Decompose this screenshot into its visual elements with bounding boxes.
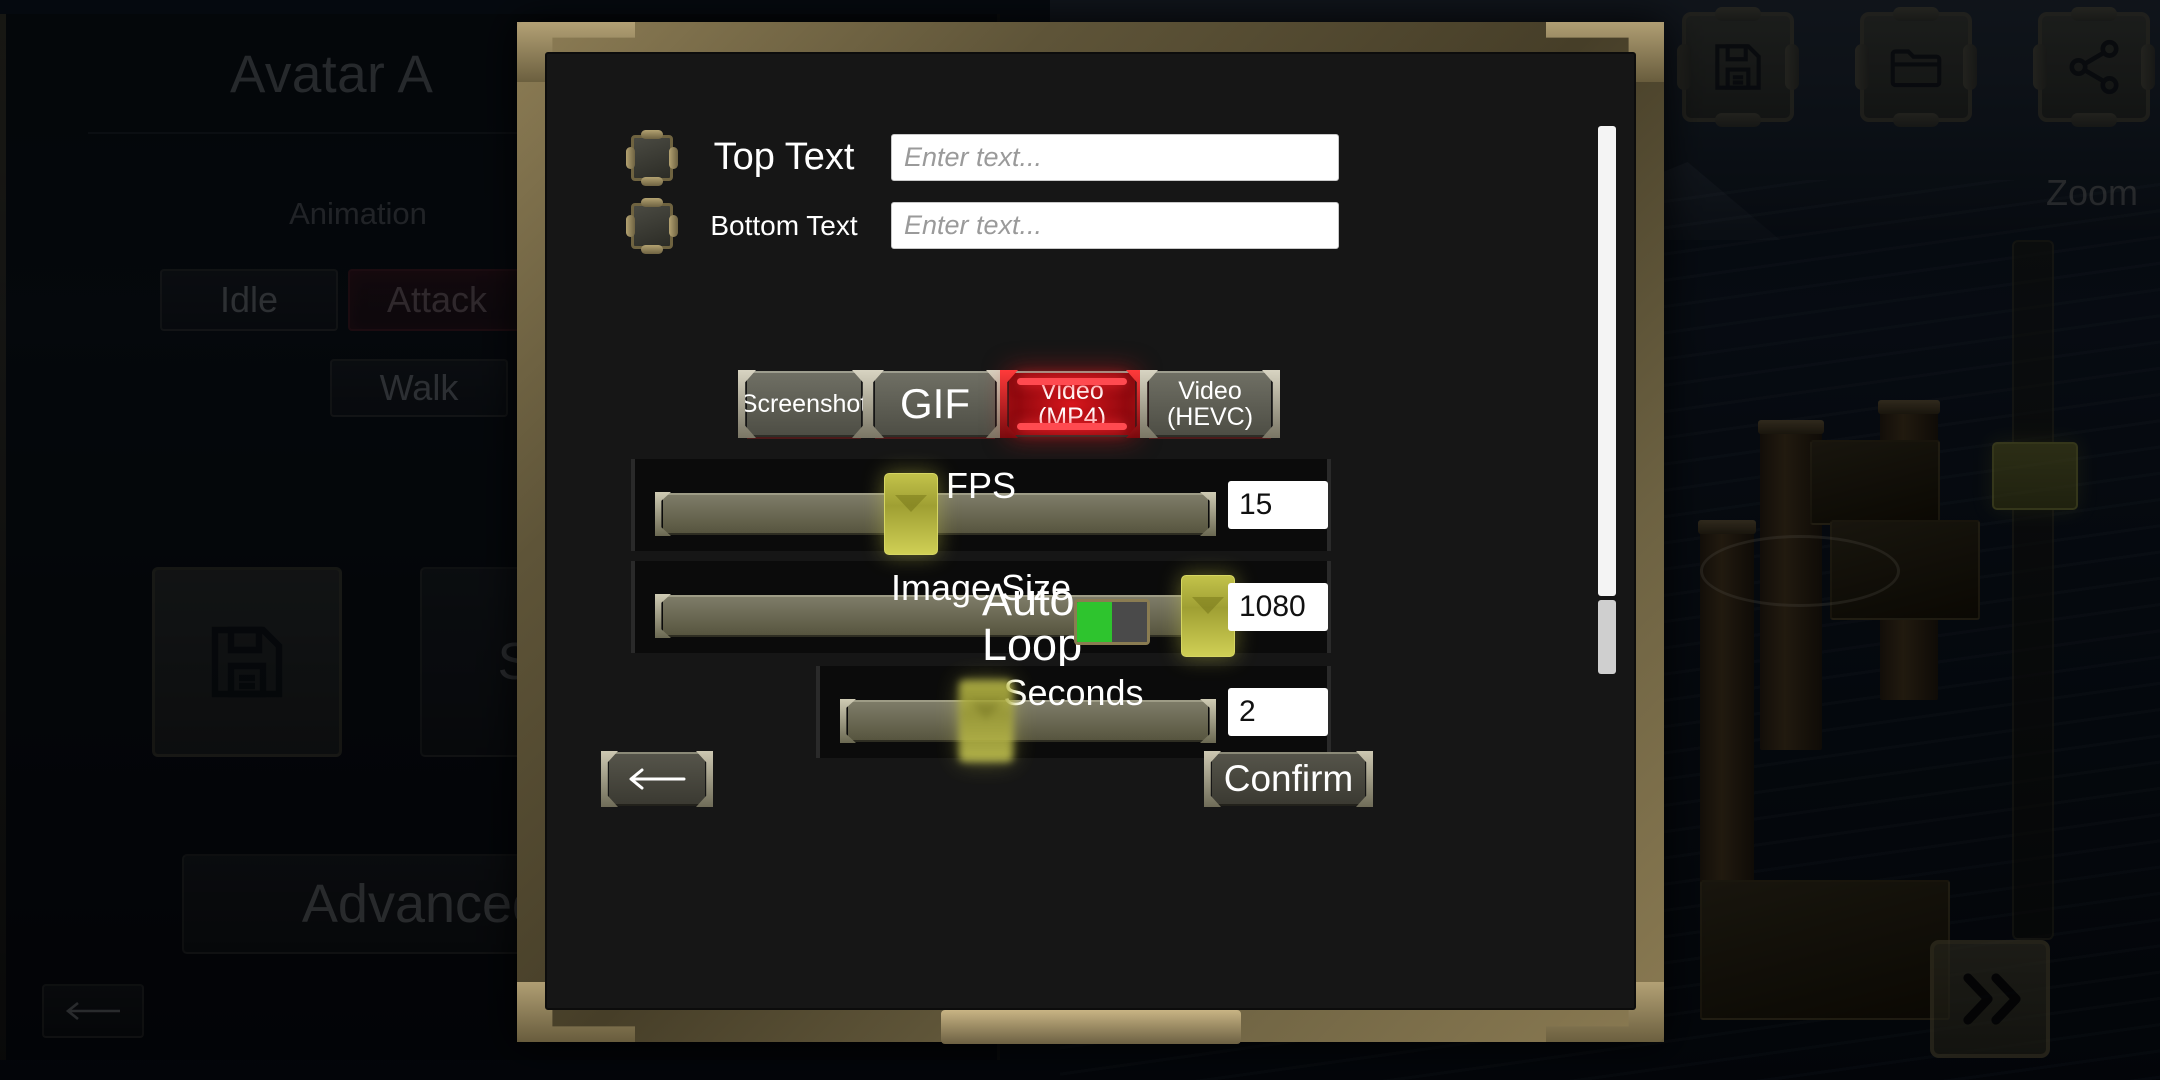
checkbox-tab-right [669,214,678,237]
export-settings-dialog: Top Text Enter text... Bottom Text Enter… [517,22,1664,1044]
fps-slider-section: FPS 15 [631,459,1331,555]
image-size-slider-section: Image Size 1080 [631,561,1331,657]
bottom-text-label: Bottom Text [710,209,858,241]
bottom-text-input[interactable]: Enter text... [891,202,1339,249]
toggle-tab-right [1147,610,1150,634]
image-size-slider-handle[interactable] [1181,575,1235,657]
seconds-slider-section: Seconds 2 [816,666,1331,762]
button-cap-left [866,370,884,438]
format-button-video-hevc-label: Video (HEVC) [1166,376,1254,431]
button-cap-right [1356,751,1373,807]
dialog-back-button[interactable] [601,751,713,807]
arrow-left-icon [629,768,686,790]
top-text-label: Top Text [713,136,855,178]
top-text-row: Top Text Enter text... [626,134,1339,181]
button-cap-left [601,751,618,807]
dialog-scrollbar-thumb[interactable] [1598,126,1616,596]
fps-slider-title: FPS [945,465,1016,506]
button-cap-left [1204,751,1221,807]
dialog-scrollbar-track[interactable] [1598,126,1616,674]
confirm-button-label: Confirm [1223,758,1354,799]
format-button-video-mp4-label: Video (MP4) [1037,376,1107,431]
format-button-video-hevc[interactable]: Video (HEVC) [1140,370,1280,438]
image-size-value-input[interactable]: 1080 [1228,583,1328,631]
top-text-input[interactable]: Enter text... [891,134,1339,181]
dialog-scrollbar-foot[interactable] [1598,600,1616,674]
export-format-group: Screenshot GIF Video (MP4) Video (HEVC) [738,370,1280,438]
format-button-video-mp4[interactable]: Video (MP4) [1000,370,1144,438]
seconds-slider-handle[interactable] [959,680,1013,762]
format-button-screenshot-label: Screenshot [740,389,868,418]
fps-slider-handle[interactable] [884,473,938,555]
top-text-checkbox[interactable] [626,134,678,181]
bottom-text-row: Bottom Text Enter text... [626,202,1339,249]
fps-value-input[interactable]: 15 [1228,481,1328,529]
checkbox-tab-left [626,214,635,237]
checkbox-tab-left [626,146,635,169]
button-cap-right [696,751,713,807]
format-button-gif-label: GIF [900,379,970,427]
seconds-value-input[interactable]: 2 [1228,688,1328,736]
toggle-tab-left [1074,610,1077,634]
format-button-gif[interactable]: GIF [866,370,1004,438]
frame-bottom-ornament [940,1010,1241,1044]
checkbox-tab-right [669,146,678,169]
dialog-content: Top Text Enter text... Bottom Text Enter… [545,52,1636,1010]
bottom-text-checkbox[interactable] [626,202,678,249]
confirm-button[interactable]: Confirm [1204,751,1373,807]
format-button-screenshot[interactable]: Screenshot [738,370,870,438]
